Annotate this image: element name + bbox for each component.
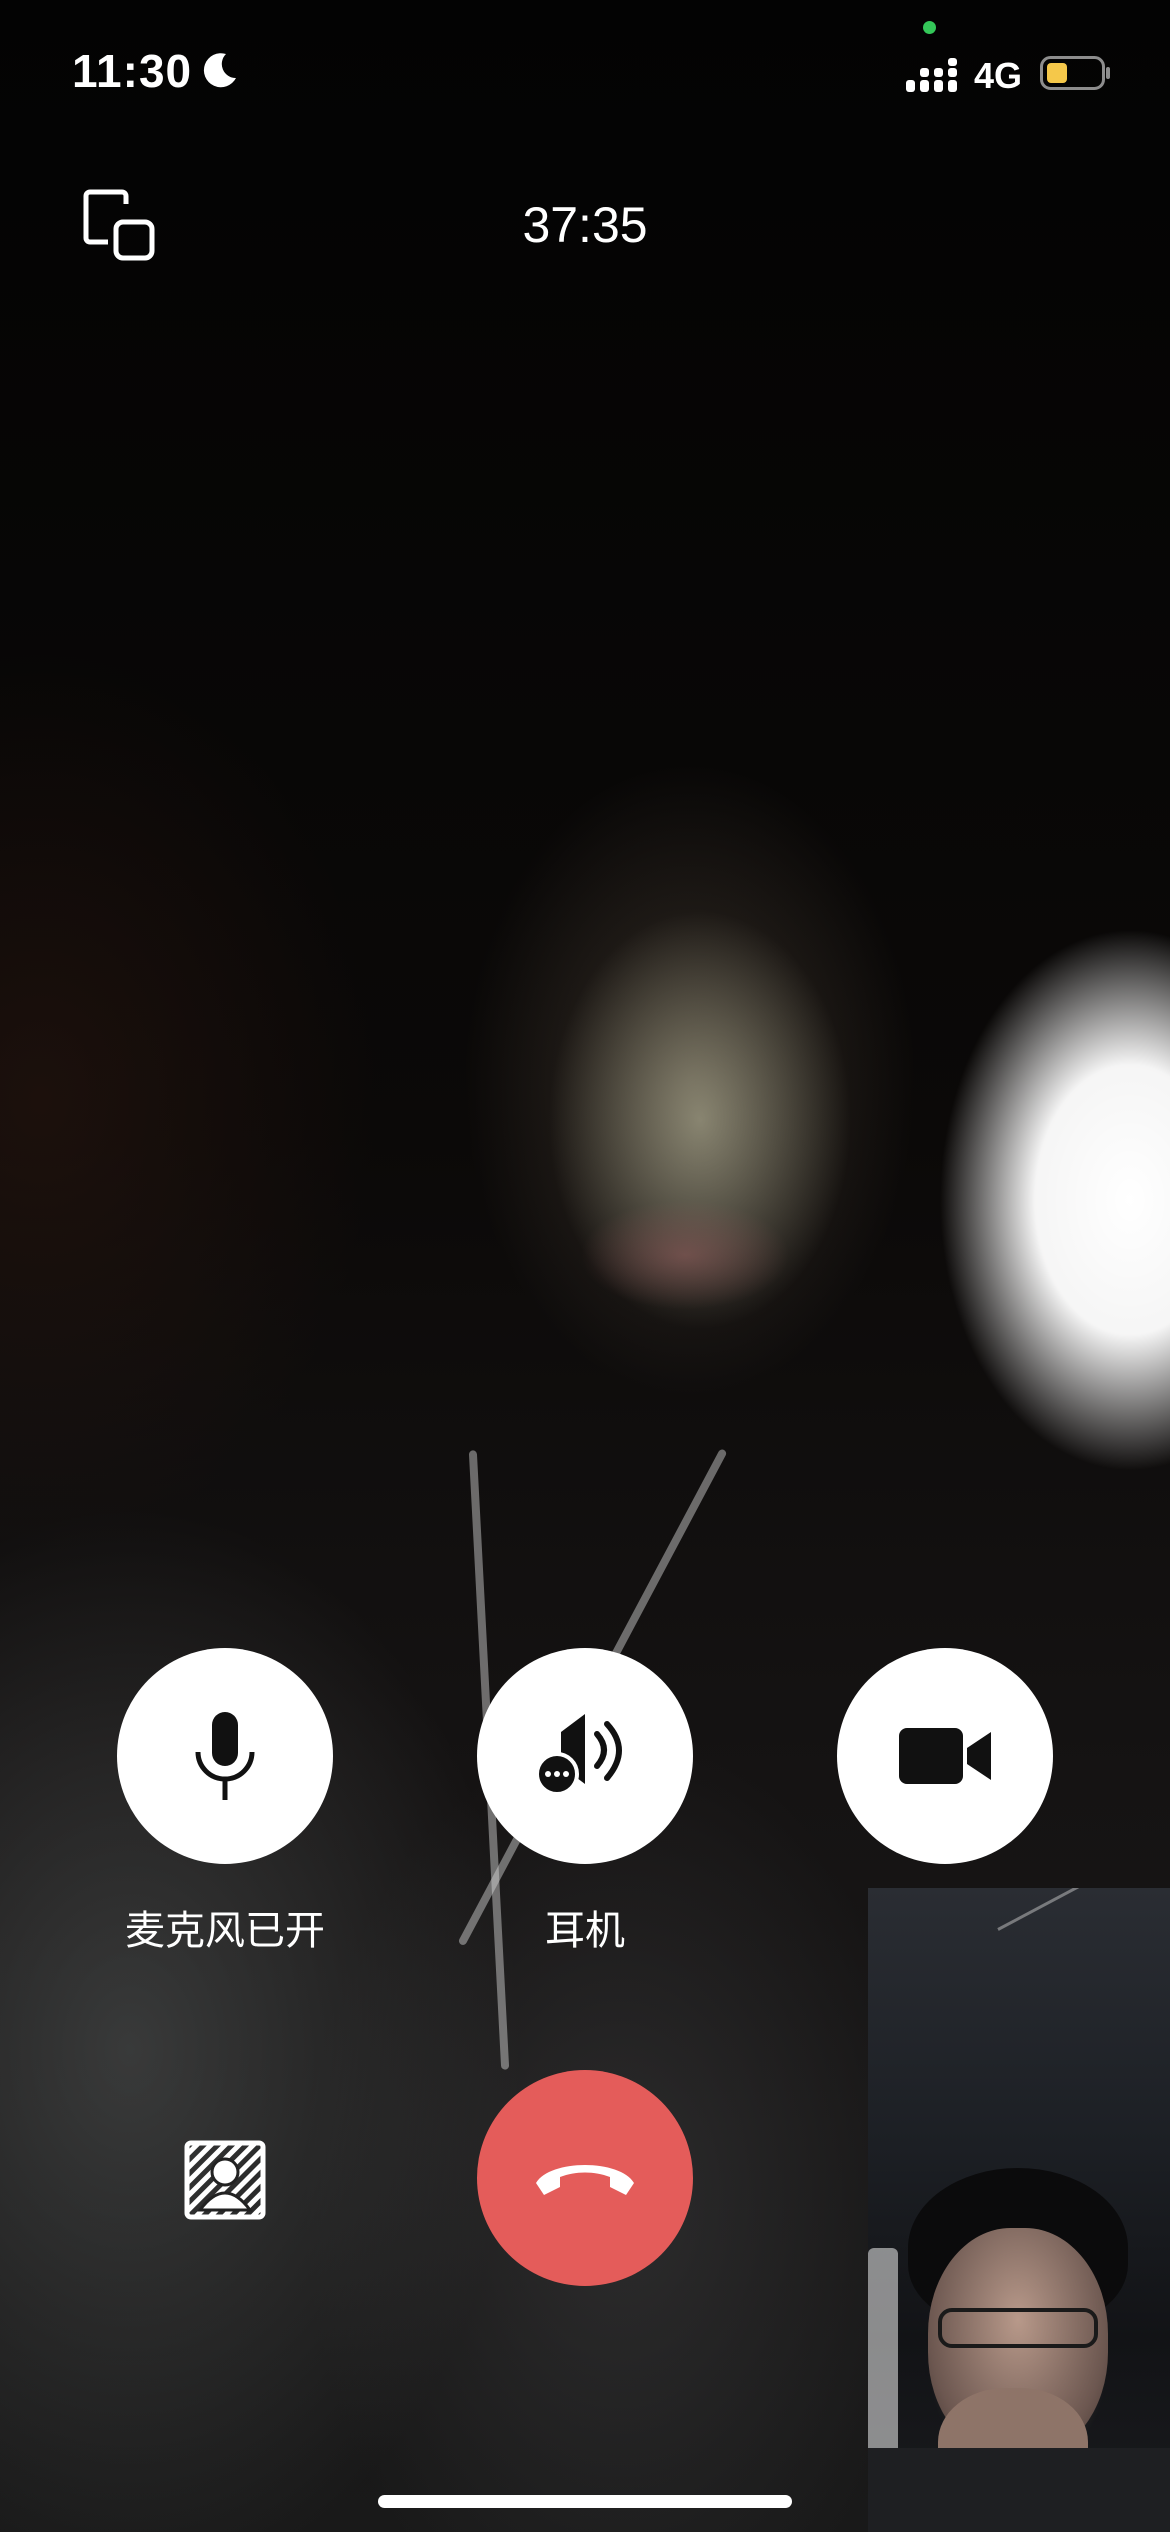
home-indicator[interactable] xyxy=(378,2495,792,2508)
microphone-icon xyxy=(195,1712,255,1800)
hang-up-button[interactable] xyxy=(477,2070,693,2286)
camera-button[interactable] xyxy=(837,1648,1053,1864)
background-blur-icon[interactable] xyxy=(184,2140,266,2220)
hang-up-phone-icon xyxy=(536,2165,634,2195)
status-time: 11:30 xyxy=(72,45,193,97)
microphone-button[interactable] xyxy=(117,1648,333,1864)
speaker-button[interactable] xyxy=(477,1648,693,1864)
network-type: 4G xyxy=(974,55,1023,96)
signal-bars-icon xyxy=(906,58,957,92)
video-camera-icon xyxy=(899,1728,991,1784)
self-video-detail xyxy=(868,2248,898,2468)
speaker-icon xyxy=(535,1714,622,1796)
battery-icon xyxy=(1040,56,1110,90)
self-video-detail xyxy=(868,2448,1170,2532)
self-video-preview[interactable] xyxy=(868,1888,1170,2532)
self-video-detail xyxy=(997,1888,1170,1931)
mic-in-use-indicator xyxy=(923,21,936,34)
microphone-label: 麦克风已开 xyxy=(125,1909,325,1953)
remote-video-detail xyxy=(580,1200,790,1310)
status-bar: 11:30 4G xyxy=(0,0,1170,140)
speaker-label: 耳机 xyxy=(545,1909,625,1953)
call-timer: 37:35 xyxy=(522,197,648,253)
self-video-detail xyxy=(938,2308,1098,2348)
moon-icon xyxy=(203,53,236,88)
